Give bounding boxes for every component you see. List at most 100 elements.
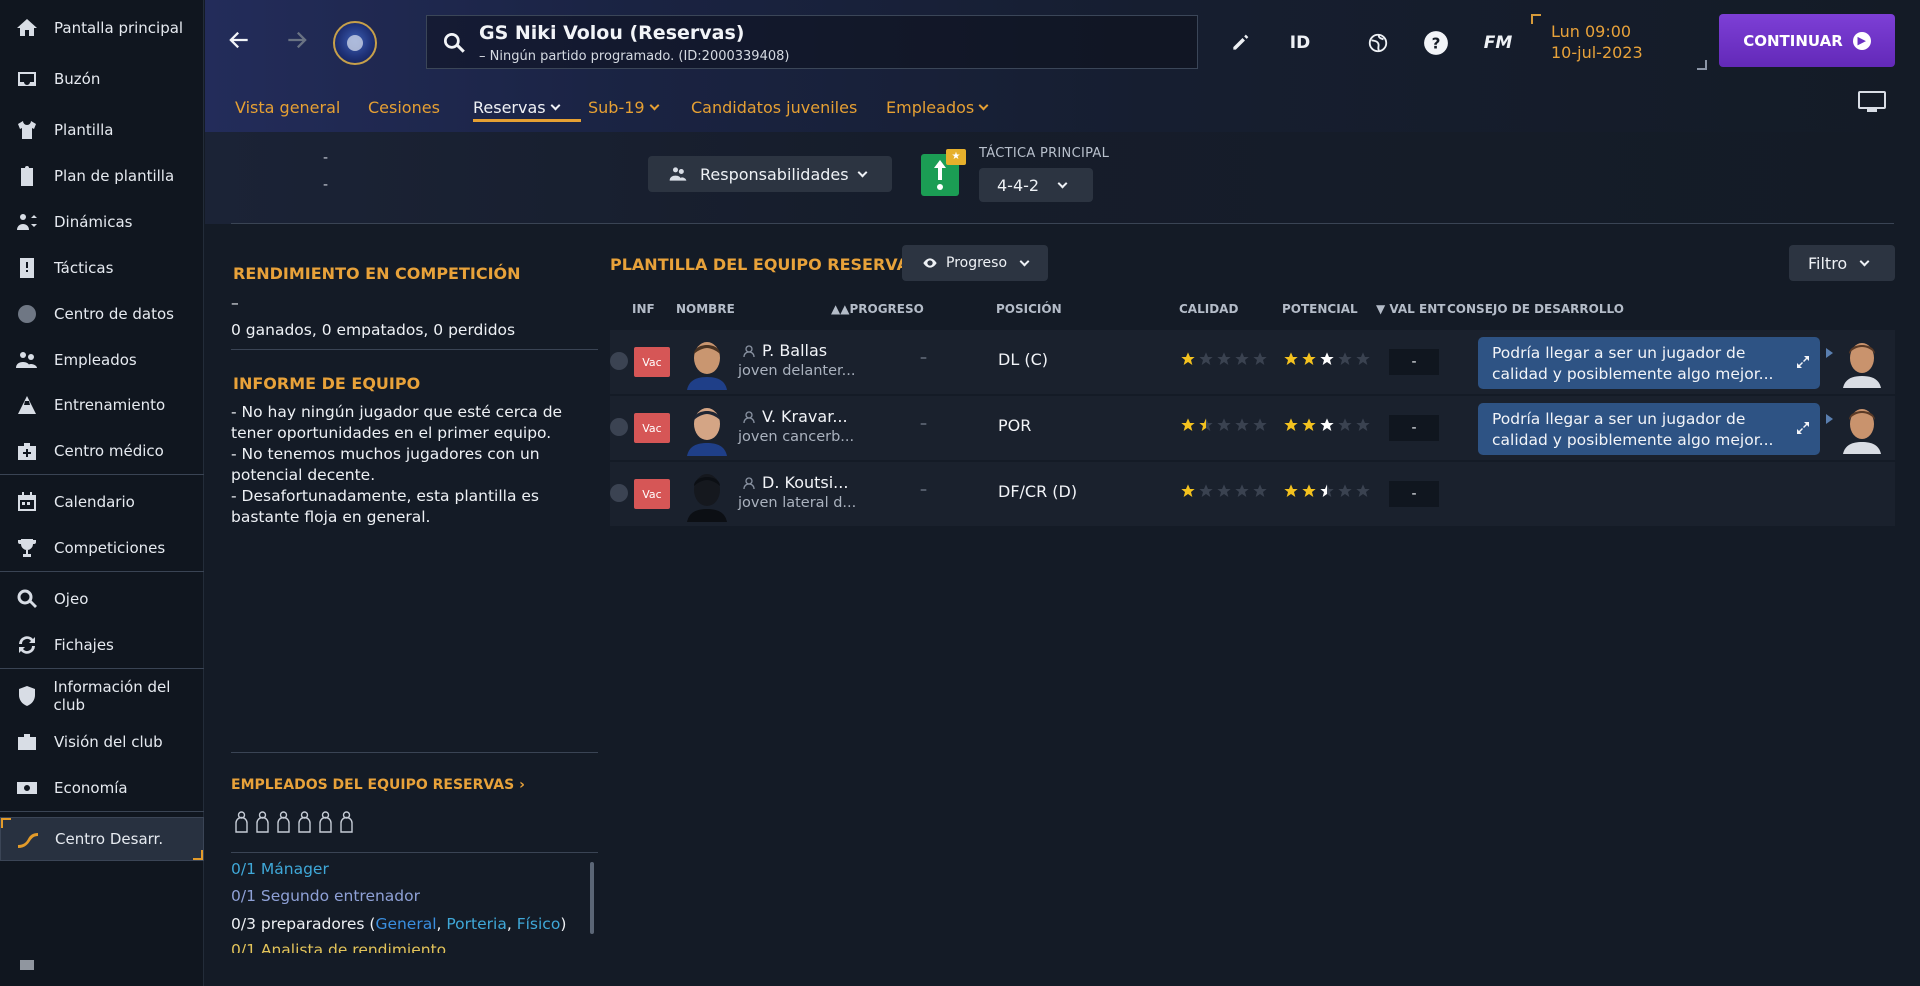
col-header-position[interactable]: POSICIÓN [996, 302, 1062, 316]
sidebar-item-squad-plan[interactable]: Plan de plantilla [0, 154, 204, 198]
col-header-inf[interactable]: INF [632, 302, 655, 316]
expand-icon[interactable] [1796, 355, 1810, 369]
sidebar-item-data-hub[interactable]: Centro de datos [0, 292, 204, 336]
sidebar-item-inbox[interactable]: Buzón [0, 57, 204, 101]
reserve-staff-link[interactable]: EMPLEADOS DEL EQUIPO RESERVAS › [231, 777, 525, 793]
col-header-name[interactable]: NOMBRE [676, 302, 735, 316]
tactic-value: 4-4-2 [997, 175, 1040, 195]
filter-label: Filtro [1808, 253, 1848, 273]
sidebar-item-label: Centro de datos [54, 305, 174, 323]
sidebar-item-label: Competiciones [54, 539, 166, 557]
staff-analyst[interactable]: 0/1 Analista de rendimiento [231, 941, 446, 953]
eye-icon [923, 258, 937, 268]
advice-text: Podría llegar a ser un jugador de calida… [1492, 410, 1774, 449]
search-icon [443, 32, 465, 53]
coach-fitness-link[interactable]: Físico [517, 915, 561, 933]
arrow-left-icon [229, 31, 248, 49]
col-header-potential[interactable]: POTENCIAL [1282, 302, 1358, 316]
col-header-progress-label: PROGRESO [849, 302, 924, 316]
sidebar-item-medical[interactable]: Centro médico [0, 429, 204, 473]
tab-staff[interactable]: Empleados [886, 92, 989, 122]
edit-button[interactable] [1225, 28, 1255, 58]
id-button[interactable]: ID [1280, 28, 1320, 58]
sidebar-item-dynamics[interactable]: Dinámicas [0, 200, 204, 244]
player-photo [685, 334, 729, 390]
fm-button[interactable]: FM [1478, 28, 1518, 58]
sidebar-item-calendar[interactable]: Calendario [0, 480, 204, 524]
col-header-advice[interactable]: CONSEJO DE DESARROLLO [1447, 302, 1624, 316]
quality-star [1181, 418, 1195, 431]
back-button[interactable] [221, 22, 257, 58]
monitor-icon[interactable] [1857, 90, 1887, 114]
club-badge[interactable] [333, 21, 377, 65]
help-button[interactable]: ? [1421, 28, 1451, 58]
sidebar-item-label: Plantilla [54, 121, 114, 139]
tab-under-19[interactable]: Sub-19 [588, 92, 660, 122]
player-name[interactable]: P. Ballas [762, 341, 827, 360]
responsibilities-label: Responsabilidades [700, 164, 849, 184]
filter-button[interactable]: Filtro [1789, 245, 1895, 281]
calendar-icon [14, 489, 40, 515]
sidebar-item-scouting[interactable]: Ojeo [0, 577, 204, 621]
sidebar-divider [0, 571, 204, 572]
sidebar-item-club-info[interactable]: Información del club [0, 674, 204, 718]
forward-button[interactable] [279, 22, 315, 58]
report-line: potencial decente. [231, 466, 376, 484]
col-header-value[interactable]: ▼ VAL ENT [1376, 302, 1445, 316]
tactic-select[interactable]: 4-4-2 [979, 168, 1093, 202]
sidebar-item-label: Pantalla principal [54, 19, 184, 37]
responsibilities-button[interactable]: Responsabilidades [648, 156, 892, 192]
search-input[interactable]: GS Niki Volou (Reservas) – Ningún partid… [426, 15, 1198, 69]
staff-slot-icon [277, 811, 290, 833]
player-value: - [1389, 481, 1439, 507]
tab-youth-candidates[interactable]: Candidatos juveniles [691, 92, 857, 122]
sidebar-item-label: Información del club [53, 678, 171, 714]
sort-asc-icon: ▲▲ [831, 302, 850, 316]
tab-label: Reservas [473, 97, 546, 117]
dynamics-icon [14, 209, 40, 235]
money-icon [14, 775, 40, 801]
col-header-progress[interactable]: ▲▲PROGRESO [831, 302, 924, 316]
staff-photo[interactable] [1840, 336, 1884, 388]
sidebar-item-squad[interactable]: Plantilla [0, 108, 204, 152]
development-advice[interactable]: Podría llegar a ser un jugador de calida… [1478, 337, 1820, 389]
sidebar-item-home[interactable]: Pantalla principal [0, 6, 204, 50]
development-advice[interactable]: Podría llegar a ser un jugador de calida… [1478, 403, 1820, 455]
staff-manager[interactable]: 0/1 Mánager [231, 860, 329, 878]
tab-reserves[interactable]: Reservas [473, 92, 561, 122]
expand-icon[interactable] [1796, 421, 1810, 435]
scrollbar[interactable] [590, 862, 594, 934]
potential-star [1302, 352, 1316, 365]
sidebar-item-club-vision[interactable]: Visión del club [0, 720, 204, 764]
chevron-down-icon [978, 100, 989, 110]
date-display[interactable]: Lun 09:00 10-jul-2023 [1531, 14, 1707, 70]
select-checkbox[interactable] [610, 484, 628, 502]
tab-overview[interactable]: Vista general [235, 92, 340, 122]
continue-button[interactable]: CONTINUAR ▶ [1719, 14, 1895, 67]
world-button[interactable] [1363, 28, 1393, 58]
tab-loans[interactable]: Cesiones [368, 92, 440, 122]
coach-general-link[interactable]: General [375, 915, 436, 933]
sidebar-item-label: Visión del club [54, 733, 163, 751]
coach-gk-link[interactable]: Porteria [446, 915, 506, 933]
select-checkbox[interactable] [610, 352, 628, 370]
sidebar-item-competitions[interactable]: Competiciones [0, 526, 204, 570]
sidebar-item-transfers[interactable]: Fichajes [0, 623, 204, 667]
view-select[interactable]: Progreso [902, 245, 1048, 281]
sidebar-item-development-centre[interactable]: Centro Desarr. [0, 817, 204, 861]
select-checkbox[interactable] [610, 418, 628, 436]
chevron-down-icon [550, 100, 561, 110]
table-row[interactable]: Vac D. Koutsi... joven lateral d... – DF… [610, 462, 1895, 526]
sidebar-item-staff[interactable]: Empleados [0, 338, 204, 382]
sidebar-item-training[interactable]: Entrenamiento [0, 383, 204, 427]
sidebar-item-finances[interactable]: Economía [0, 766, 204, 810]
player-progress: – [920, 482, 927, 498]
sidebar-item-tactics[interactable]: Tácticas [0, 246, 204, 290]
col-header-quality[interactable]: CALIDAD [1179, 302, 1238, 316]
player-name[interactable]: D. Koutsi... [762, 473, 848, 492]
sidebar-item-label: Dinámicas [54, 213, 133, 231]
staff-photo[interactable] [1840, 402, 1884, 454]
quality-star [1181, 352, 1195, 365]
player-name[interactable]: V. Kravar... [762, 407, 848, 426]
staff-assistant[interactable]: 0/1 Segundo entrenador [231, 887, 420, 905]
